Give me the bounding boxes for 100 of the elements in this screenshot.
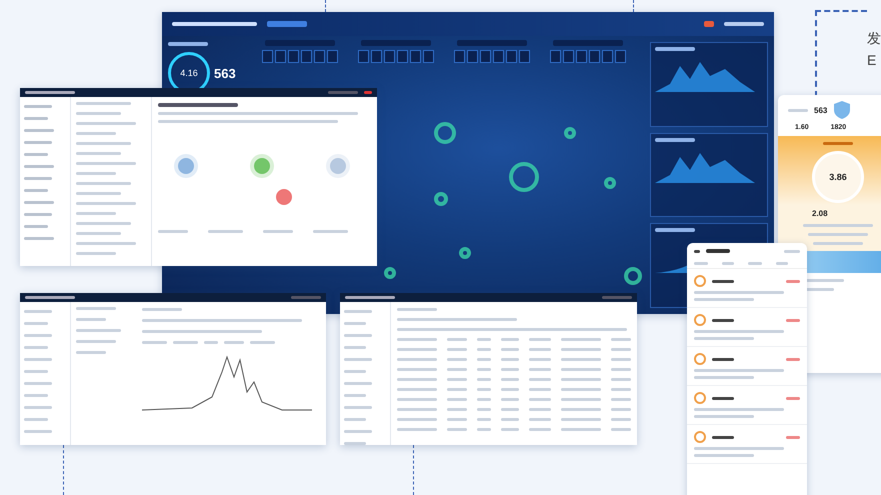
- workflow-node[interactable]: [178, 158, 194, 174]
- placeholder-line: [501, 358, 519, 361]
- placeholder-line: [447, 428, 467, 431]
- digit-tile: [262, 50, 273, 63]
- placeholder-line: [397, 428, 437, 431]
- placeholder-line: [611, 348, 631, 351]
- digit-tile: [314, 50, 325, 63]
- placeholder-line: [344, 310, 372, 313]
- placeholder-line: [611, 388, 631, 391]
- placeholder-line: [76, 102, 131, 105]
- placeholder-line: [344, 346, 366, 349]
- placeholder-line: [24, 418, 48, 421]
- map-marker[interactable]: [384, 267, 396, 279]
- placeholder-line: [501, 398, 519, 401]
- placeholder-line: [397, 368, 437, 371]
- placeholder-line: [76, 252, 116, 255]
- digit-tile: [410, 50, 421, 63]
- map-marker[interactable]: [459, 247, 471, 259]
- placeholder-line: [611, 368, 631, 371]
- alert-badge[interactable]: [704, 21, 714, 27]
- map-marker[interactable]: [434, 122, 456, 144]
- count-value: 563: [814, 106, 828, 114]
- placeholder-line: [477, 338, 491, 341]
- placeholder-line: [24, 430, 52, 433]
- placeholder-line: [501, 378, 519, 381]
- placeholder-line: [561, 388, 601, 391]
- status-icon: [694, 275, 706, 287]
- placeholder-line: [447, 398, 467, 401]
- placeholder-line: [694, 298, 754, 301]
- map-marker[interactable]: [624, 267, 642, 285]
- placeholder-line: [76, 202, 136, 205]
- placeholder-line: [529, 408, 551, 411]
- placeholder-line: [561, 368, 601, 371]
- digit-tile: [480, 50, 491, 63]
- placeholder-line: [561, 398, 601, 401]
- placeholder-line: [24, 237, 54, 240]
- placeholder-line: [24, 394, 48, 397]
- placeholder-line: [24, 201, 54, 204]
- placeholder-line: [611, 418, 631, 421]
- placeholder-line: [76, 172, 116, 175]
- workflow-node[interactable]: [254, 158, 270, 174]
- workflow-node[interactable]: [330, 158, 346, 174]
- placeholder-line: [611, 378, 631, 381]
- digit-tile: [358, 50, 369, 63]
- placeholder-line: [477, 378, 491, 381]
- placeholder-line: [344, 406, 372, 409]
- placeholder-line: [24, 129, 54, 132]
- placeholder-line: [529, 398, 551, 401]
- placeholder-line: [24, 225, 48, 228]
- placeholder-line: [397, 308, 437, 311]
- placeholder-line: [397, 388, 437, 391]
- status-icon: [694, 353, 706, 365]
- placeholder-line: [447, 378, 467, 381]
- placeholder-line: [694, 337, 754, 340]
- digit-tile: [493, 50, 504, 63]
- map-marker[interactable]: [434, 192, 448, 206]
- map-marker[interactable]: [564, 127, 576, 139]
- digit-tile: [384, 50, 395, 63]
- placeholder-line: [529, 358, 551, 361]
- placeholder-line: [24, 382, 52, 385]
- placeholder-line: [76, 340, 116, 343]
- placeholder-line: [344, 358, 372, 361]
- placeholder-line: [263, 230, 293, 233]
- placeholder-line: [561, 408, 601, 411]
- digit-tile: [301, 50, 312, 63]
- dashed-connector: [63, 445, 64, 495]
- placeholder-line: [694, 262, 708, 265]
- placeholder-line: [344, 418, 366, 421]
- placeholder-line: [477, 418, 491, 421]
- placeholder-line: [142, 308, 182, 311]
- placeholder-line: [477, 358, 491, 361]
- placeholder-line: [447, 408, 467, 411]
- digit-tile: [371, 50, 382, 63]
- placeholder-line: [477, 398, 491, 401]
- placeholder-line: [344, 322, 366, 325]
- placeholder-line: [397, 398, 437, 401]
- placeholder-line: [748, 262, 762, 265]
- digit-tile: [576, 50, 587, 63]
- placeholder-line: [611, 408, 631, 411]
- map-marker[interactable]: [509, 162, 539, 192]
- placeholder-line: [397, 358, 437, 361]
- placeholder-line: [529, 338, 551, 341]
- counter-label: [361, 40, 431, 46]
- placeholder-line: [529, 428, 551, 431]
- placeholder-line: [447, 418, 467, 421]
- placeholder-line: [561, 348, 601, 351]
- placeholder-line: [447, 388, 467, 391]
- placeholder-line: [76, 329, 121, 332]
- placeholder-line: [561, 338, 601, 341]
- placeholder-line: [776, 262, 788, 265]
- placeholder-line: [344, 394, 366, 397]
- placeholder-line: [344, 334, 372, 337]
- user-label[interactable]: [724, 22, 764, 26]
- placeholder-line: [76, 142, 131, 145]
- score-dial: 3.86: [812, 151, 864, 203]
- workflow-node[interactable]: [276, 189, 292, 205]
- placeholder-line: [76, 162, 136, 165]
- map-marker[interactable]: [604, 177, 616, 189]
- placeholder-line: [561, 378, 601, 381]
- placeholder-line: [24, 177, 52, 180]
